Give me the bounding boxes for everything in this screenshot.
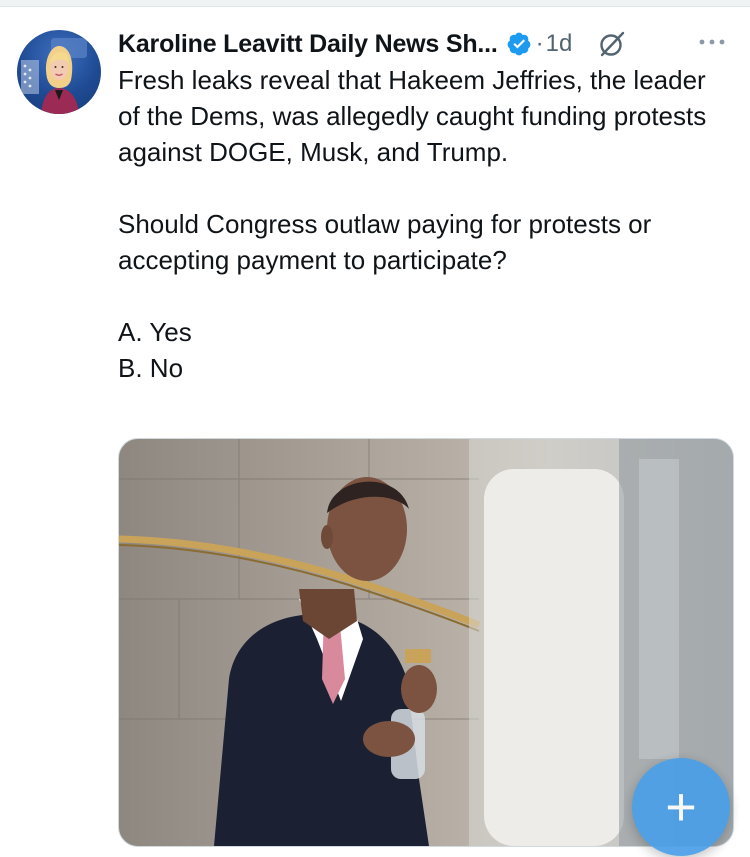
poll-option-a: A. Yes — [118, 317, 192, 347]
tweet-paragraph: Fresh leaks reveal that Hakeem Jeffries,… — [118, 65, 707, 167]
more-options-icon[interactable] — [696, 32, 728, 52]
grok-icon[interactable] — [598, 30, 626, 58]
separator-dot: · — [535, 30, 544, 57]
timeline-divider — [0, 0, 750, 7]
timestamp[interactable]: 1d — [546, 30, 573, 58]
avatar[interactable] — [17, 30, 101, 114]
tweet-text: Fresh leaks reveal that Hakeem Jeffries,… — [118, 62, 728, 386]
tweet-header: Karoline Leavitt Daily News Sh... · 1d — [118, 26, 738, 62]
verified-badge-icon[interactable] — [506, 31, 532, 57]
compose-button[interactable]: + — [632, 758, 730, 856]
tweet-paragraph: Should Congress outlaw paying for protes… — [118, 209, 652, 275]
avatar-photo — [21, 38, 87, 114]
display-name[interactable]: Karoline Leavitt Daily News Sh... — [118, 30, 498, 59]
poll-option-b: B. No — [118, 353, 184, 383]
compose-plus-icon: + — [665, 777, 697, 837]
